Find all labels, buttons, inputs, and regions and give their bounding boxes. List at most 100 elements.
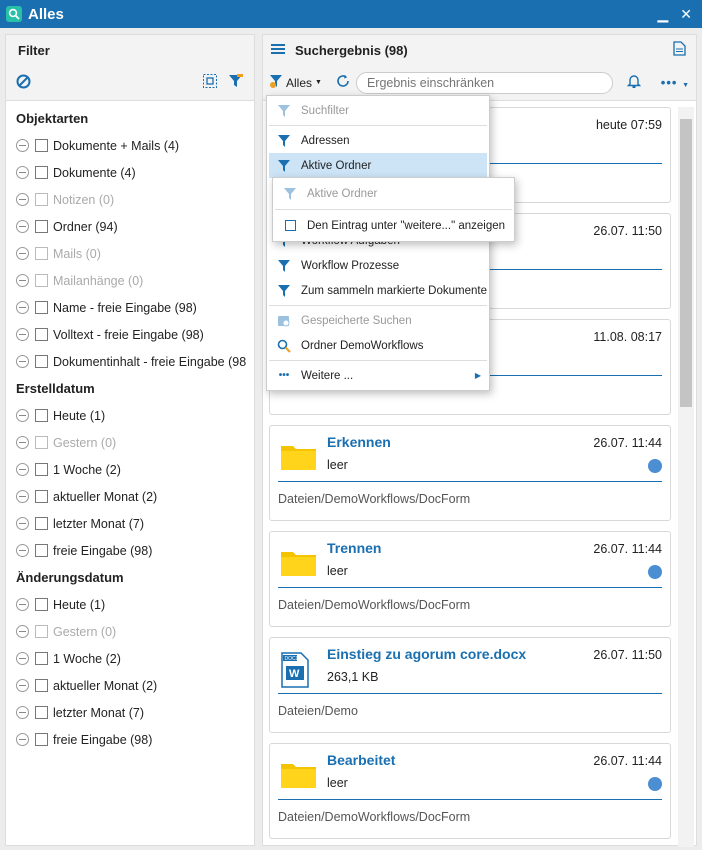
filter-checkbox[interactable]: [35, 409, 48, 422]
filter-checkbox[interactable]: [35, 463, 48, 476]
filter-checkbox[interactable]: [35, 274, 48, 287]
filter-item[interactable]: Name - freie Eingabe (98): [16, 294, 254, 321]
filter-checkbox[interactable]: [35, 598, 48, 611]
more-options-icon[interactable]: ••• ▼: [661, 75, 690, 90]
filter-checkbox[interactable]: [35, 436, 48, 449]
search-input[interactable]: [355, 71, 613, 94]
scrollbar-thumb[interactable]: [680, 119, 692, 407]
menu-item[interactable]: Aktive Ordner: [269, 153, 487, 178]
filter-checkbox[interactable]: [35, 166, 48, 179]
result-card[interactable]: Bearbeitet 26.07. 11:44 leer Dateien/Dem…: [269, 743, 671, 839]
exclude-icon[interactable]: [16, 598, 29, 611]
filter-checkbox[interactable]: [35, 220, 48, 233]
select-area-icon[interactable]: [202, 73, 218, 92]
filter-checkbox[interactable]: [35, 625, 48, 638]
filter-item[interactable]: Volltext - freie Eingabe (98): [16, 321, 254, 348]
result-path[interactable]: Dateien/DemoWorkflows/DocForm: [278, 598, 470, 612]
filter-checkbox[interactable]: [35, 679, 48, 692]
exclude-icon[interactable]: [16, 733, 29, 746]
filter-checkbox[interactable]: [35, 193, 48, 206]
filter-item[interactable]: Mails (0): [16, 240, 254, 267]
exclude-icon[interactable]: [16, 328, 29, 341]
exclude-icon[interactable]: [16, 355, 29, 368]
menu-item[interactable]: Zum sammeln markierte Dokumente: [269, 278, 487, 303]
result-path[interactable]: Dateien/DemoWorkflows/DocForm: [278, 810, 470, 824]
search-icon[interactable]: [648, 565, 662, 579]
exclude-icon[interactable]: [16, 679, 29, 692]
result-title[interactable]: Einstieg zu agorum core.docx: [327, 646, 526, 662]
filter-checkbox[interactable]: [35, 247, 48, 260]
filter-item[interactable]: freie Eingabe (98): [16, 726, 254, 753]
filter-checkbox[interactable]: [35, 139, 48, 152]
exclude-icon[interactable]: [16, 463, 29, 476]
result-path[interactable]: Dateien/Demo: [278, 704, 358, 718]
filter-checkbox[interactable]: [35, 490, 48, 503]
result-title[interactable]: Erkennen: [327, 434, 391, 450]
exclude-icon[interactable]: [16, 544, 29, 557]
filter-item[interactable]: aktueller Monat (2): [16, 672, 254, 699]
exclude-icon[interactable]: [16, 301, 29, 314]
exclude-icon[interactable]: [16, 625, 29, 638]
result-title[interactable]: Trennen: [327, 540, 381, 556]
filter-item[interactable]: aktueller Monat (2): [16, 483, 254, 510]
filter-dropdown[interactable]: Alles ▼: [269, 74, 322, 91]
exclude-icon[interactable]: [16, 220, 29, 233]
exclude-icon[interactable]: [16, 193, 29, 206]
exclude-icon[interactable]: [16, 706, 29, 719]
result-card[interactable]: DOCX W Einstieg zu agorum core.docx 26.07…: [269, 637, 671, 733]
result-card[interactable]: Erkennen 26.07. 11:44 leer Dateien/DemoW…: [269, 425, 671, 521]
exclude-icon[interactable]: [16, 139, 29, 152]
filter-item[interactable]: Gestern (0): [16, 429, 254, 456]
filter-item[interactable]: Gestern (0): [16, 618, 254, 645]
menu-item[interactable]: Workflow Prozesse: [269, 253, 487, 278]
exclude-icon[interactable]: [16, 166, 29, 179]
filter-item[interactable]: Ordner (94): [16, 213, 254, 240]
close-icon[interactable]: ✕: [680, 6, 692, 23]
filter-item[interactable]: Mailanhänge (0): [16, 267, 254, 294]
filter-item[interactable]: freie Eingabe (98): [16, 537, 254, 564]
search-icon[interactable]: [648, 459, 662, 473]
exclude-icon[interactable]: [16, 490, 29, 503]
filter-checkbox[interactable]: [35, 355, 48, 368]
result-card[interactable]: Trennen 26.07. 11:44 leer Dateien/DemoWo…: [269, 531, 671, 627]
exclude-icon[interactable]: [16, 436, 29, 449]
filter-item[interactable]: Dokumente + Mails (4): [16, 132, 254, 159]
filter-checkbox[interactable]: [35, 301, 48, 314]
hamburger-icon[interactable]: [271, 43, 285, 58]
filter-item[interactable]: Heute (1): [16, 591, 254, 618]
filter-item[interactable]: Heute (1): [16, 402, 254, 429]
filter-checkbox[interactable]: [35, 652, 48, 665]
filter-checkbox[interactable]: [35, 517, 48, 530]
exclude-icon[interactable]: [16, 274, 29, 287]
minimize-icon[interactable]: ▁: [657, 6, 668, 23]
exclude-icon[interactable]: [16, 409, 29, 422]
search-icon[interactable]: [648, 777, 662, 791]
menu-item[interactable]: Ordner DemoWorkflows: [269, 333, 487, 358]
filter-checkbox[interactable]: [35, 544, 48, 557]
filter-item[interactable]: 1 Woche (2): [16, 456, 254, 483]
clear-filter-icon[interactable]: [16, 74, 31, 92]
result-path[interactable]: Dateien/DemoWorkflows/DocForm: [278, 492, 470, 506]
filter-item-label: Dokumente + Mails (4): [53, 138, 180, 153]
filter-checkbox[interactable]: [35, 733, 48, 746]
filter-settings-icon[interactable]: [228, 73, 244, 92]
exclude-icon[interactable]: [16, 247, 29, 260]
filter-item[interactable]: Dokumente (4): [16, 159, 254, 186]
menu-item[interactable]: ••• Weitere ... ▶: [269, 363, 487, 388]
document-icon[interactable]: [673, 41, 686, 59]
filter-item[interactable]: letzter Monat (7): [16, 699, 254, 726]
filter-item[interactable]: Dokumentinhalt - freie Eingabe (98: [16, 348, 254, 375]
exclude-icon[interactable]: [16, 517, 29, 530]
filter-checkbox[interactable]: [35, 706, 48, 719]
filter-item[interactable]: 1 Woche (2): [16, 645, 254, 672]
filter-item[interactable]: letzter Monat (7): [16, 510, 254, 537]
exclude-icon[interactable]: [16, 652, 29, 665]
menu-item[interactable]: Adressen: [269, 128, 487, 153]
filter-checkbox[interactable]: [35, 328, 48, 341]
scrollbar[interactable]: [678, 107, 694, 847]
refresh-icon[interactable]: [336, 74, 350, 91]
result-title[interactable]: Bearbeitet: [327, 752, 395, 768]
show-under-more-checkbox[interactable]: Den Eintrag unter "weitere..." anzeigen: [275, 212, 512, 239]
filter-item[interactable]: Notizen (0): [16, 186, 254, 213]
bell-icon[interactable]: [626, 74, 641, 91]
